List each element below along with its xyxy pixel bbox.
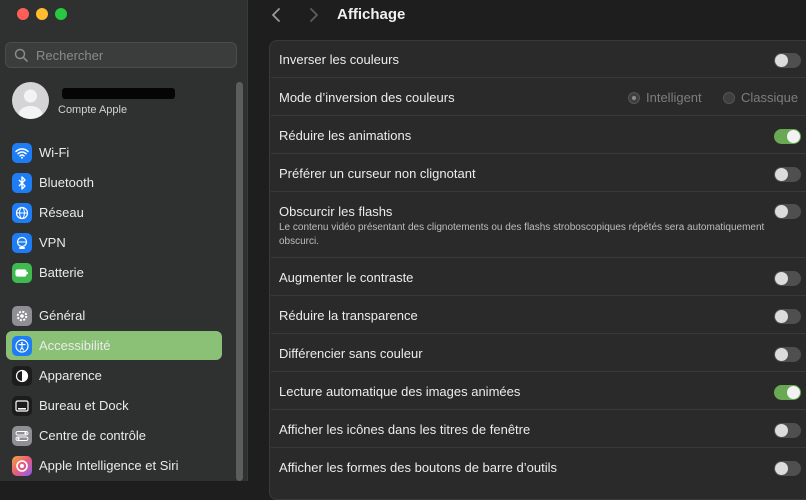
search-field[interactable] [5, 42, 237, 68]
gear-icon [12, 305, 32, 326]
search-icon [14, 48, 28, 62]
increase-contrast-toggle[interactable] [774, 271, 801, 286]
zoom-window-button[interactable] [55, 8, 67, 20]
setting-row-dim-flashing: Obscurcir les flashs Le contenu vidéo pr… [271, 192, 806, 258]
settings-panel: Inverser les couleurs Mode d’inversion d… [269, 40, 806, 500]
sidebar-item-label: VPN [39, 235, 66, 250]
control-center-icon [12, 425, 32, 446]
sidebar-item-bluetooth[interactable]: Bluetooth [6, 168, 222, 197]
dock-icon [12, 395, 32, 416]
setting-label: Réduire la transparence [279, 308, 418, 323]
sidebar-item-label: Centre de contrôle [39, 428, 146, 443]
radio-button[interactable] [628, 91, 640, 104]
reduce-motion-toggle[interactable] [774, 129, 801, 144]
apple-account[interactable]: Compte Apple [12, 82, 237, 122]
invert-colors-toggle[interactable] [774, 53, 801, 68]
setting-row-reduce-transparency: Réduire la transparence [271, 296, 806, 334]
close-window-button[interactable] [17, 8, 29, 20]
bluetooth-icon [12, 172, 32, 193]
setting-row-invert-mode: Mode d’inversion des couleurs Intelligen… [271, 78, 806, 116]
setting-row-increase-contrast: Augmenter le contraste [271, 258, 806, 296]
radio-button[interactable] [723, 91, 735, 104]
reduce-transparency-toggle[interactable] [774, 309, 801, 324]
setting-label: Inverser les couleurs [279, 52, 399, 67]
dim-flashing-toggle[interactable] [774, 204, 801, 219]
sidebar-item-general[interactable]: Général [6, 301, 222, 330]
sidebar-item-network[interactable]: Réseau [6, 198, 222, 227]
sidebar-item-label: Réseau [39, 205, 84, 220]
radio-label: Classique [741, 90, 799, 105]
toolbar-button-shapes-toggle[interactable] [774, 461, 801, 476]
account-name-redacted [62, 88, 175, 99]
sidebar-item-label: Bureau et Dock [39, 398, 129, 413]
sidebar-item-control-center[interactable]: Centre de contrôle [6, 421, 222, 450]
sidebar-item-apple-intelligence-siri[interactable]: Apple Intelligence et Siri [6, 451, 222, 480]
autoplay-animated-images-toggle[interactable] [774, 385, 801, 400]
search-input[interactable] [34, 46, 228, 64]
toolbar: Affichage [248, 0, 806, 36]
vpn-globe-icon [12, 232, 32, 253]
setting-description: Le contenu vidéo présentant des clignote… [279, 222, 765, 247]
sidebar-item-desktop-dock[interactable]: Bureau et Dock [6, 391, 222, 420]
minimize-window-button[interactable] [36, 8, 48, 20]
sidebar-item-battery[interactable]: Batterie [6, 258, 222, 287]
page-title: Affichage [337, 6, 406, 23]
setting-row-window-title-icons: Afficher les icônes dans les titres de f… [271, 410, 806, 448]
setting-label: Augmenter le contraste [279, 270, 414, 285]
sidebar-item-accessibility[interactable]: Accessibilité [6, 331, 222, 360]
account-subtitle: Compte Apple [58, 104, 128, 116]
sidebar-item-label: Batterie [39, 265, 84, 280]
setting-row-reduce-motion: Réduire les animations [271, 116, 806, 154]
siri-icon [12, 455, 32, 476]
differentiate-without-color-toggle[interactable] [774, 347, 801, 362]
sidebar-item-label: Apple Intelligence et Siri [39, 458, 179, 473]
sidebar-scrollbar[interactable] [236, 82, 243, 481]
setting-label: Réduire les animations [279, 128, 412, 143]
sidebar-item-appearance[interactable]: Apparence [6, 361, 222, 390]
non-blinking-cursor-toggle[interactable] [774, 167, 801, 182]
setting-label: Afficher les icônes dans les titres de f… [279, 422, 531, 437]
sidebar-scrollbar-thumb[interactable] [236, 82, 243, 481]
setting-row-autoplay-animated-images: Lecture automatique des images animées [271, 372, 806, 410]
sidebar-item-label: Apparence [39, 368, 102, 383]
sidebar-item-vpn[interactable]: VPN [6, 228, 222, 257]
setting-row-differentiate-without-color: Différencier sans couleur [271, 334, 806, 372]
setting-label: Afficher les formes des boutons de barre… [279, 460, 557, 475]
radio-intelligent[interactable]: Intelligent [628, 90, 702, 105]
accessibility-icon [12, 335, 32, 356]
window-controls [17, 8, 67, 20]
setting-row-invert-colors: Inverser les couleurs [271, 41, 806, 78]
radio-label: Intelligent [646, 90, 702, 105]
globe-icon [12, 202, 32, 223]
back-chevron-icon[interactable] [268, 6, 286, 24]
sidebar-item-label: Général [39, 308, 86, 323]
sidebar-item-wifi[interactable]: Wi-Fi [6, 138, 222, 167]
setting-row-toolbar-button-shapes: Afficher les formes des boutons de barre… [271, 448, 806, 486]
battery-icon [12, 262, 32, 283]
sidebar-item-label: Accessibilité [39, 338, 111, 353]
radio-classique[interactable]: Classique [723, 90, 798, 105]
avatar [12, 82, 49, 119]
sidebar-item-label: Bluetooth [39, 175, 94, 190]
setting-label: Différencier sans couleur [279, 346, 423, 361]
setting-label: Obscurcir les flashs [279, 204, 393, 219]
sidebar: Compte Apple Wi-Fi Bluetooth Réseau VPN … [0, 0, 248, 481]
forward-chevron-icon[interactable] [304, 6, 322, 24]
main-content: Affichage Inverser les couleurs Mode d’i… [248, 0, 806, 500]
setting-row-non-blinking-cursor: Préférer un curseur non clignotant [271, 154, 806, 192]
setting-label: Préférer un curseur non clignotant [279, 166, 476, 181]
appearance-icon [12, 365, 32, 386]
window-title-icons-toggle[interactable] [774, 423, 801, 438]
setting-label: Mode d’inversion des couleurs [279, 90, 455, 105]
sidebar-item-label: Wi-Fi [39, 145, 70, 160]
setting-label: Lecture automatique des images animées [279, 384, 521, 399]
wifi-icon [12, 142, 32, 163]
